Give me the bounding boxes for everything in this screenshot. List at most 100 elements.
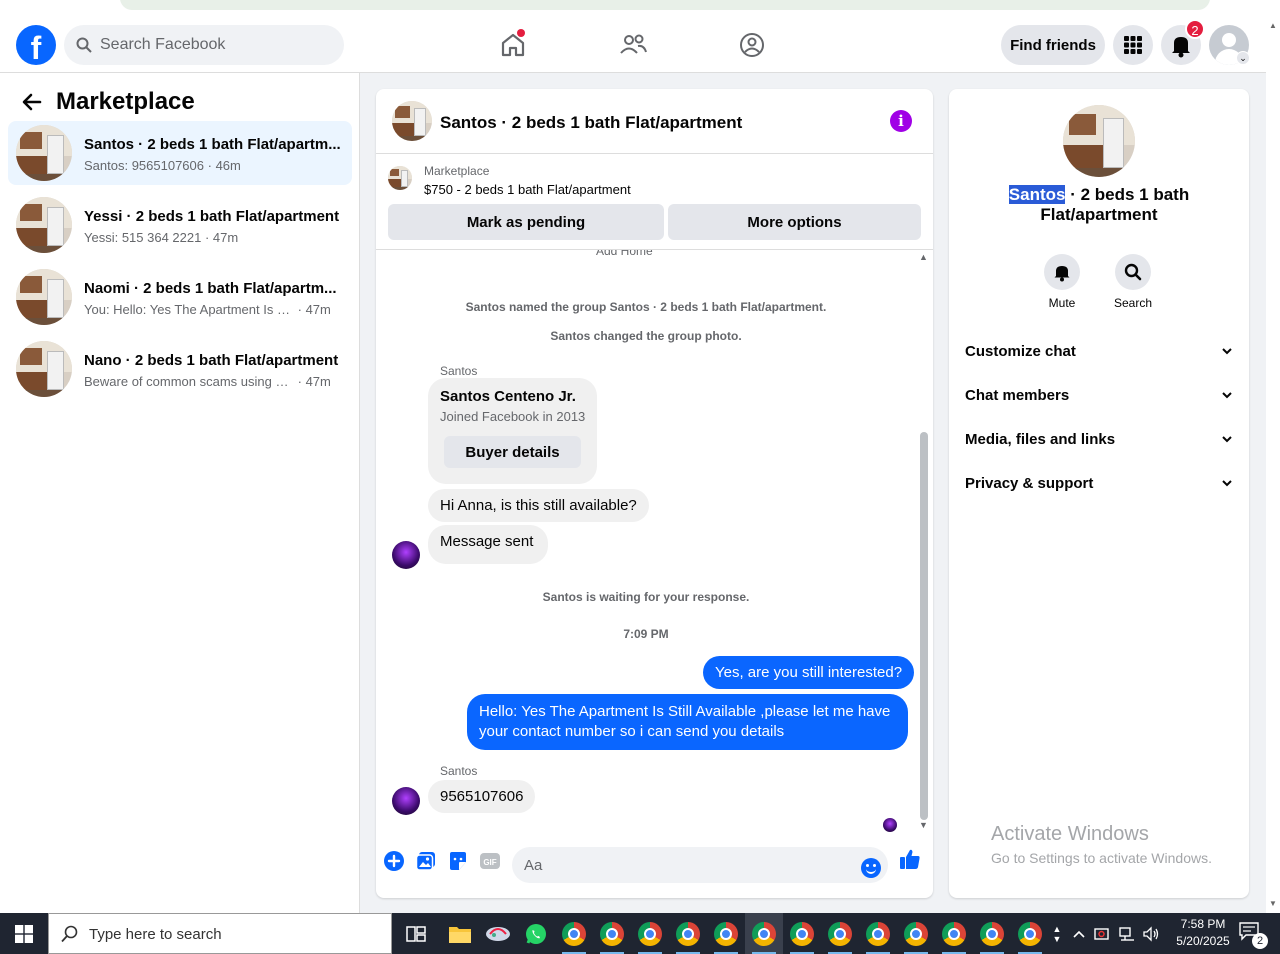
incoming-message[interactable]: 9565107606: [428, 780, 536, 813]
taskbar-search[interactable]: Type here to search: [48, 913, 392, 954]
taskbar-chrome-window[interactable]: [973, 913, 1011, 954]
notifications-button[interactable]: 2: [1161, 19, 1205, 65]
chat-details-title: Santos · 2 beds 1 bath Flat/apartment: [1008, 185, 1190, 224]
info-icon[interactable]: i: [890, 110, 912, 132]
listing-bar: Marketplace $750 - 2 beds 1 bath Flat/ap…: [376, 154, 933, 250]
conversation-item[interactable]: Yessi · 2 beds 1 bath Flat/apartment Yes…: [8, 193, 352, 257]
chat-group-photo[interactable]: [1063, 105, 1135, 177]
show-hidden-icons[interactable]: [1070, 913, 1088, 954]
incoming-message[interactable]: Hi Anna, is this still available?: [428, 489, 649, 522]
scroll-down-icon[interactable]: ▼: [919, 820, 928, 830]
tray-meet-now[interactable]: [1092, 913, 1114, 954]
taskbar-chrome-window[interactable]: [1011, 913, 1049, 954]
facebook-logo-icon[interactable]: f: [16, 25, 56, 66]
speaker-icon: [1143, 925, 1159, 942]
photo-icon[interactable]: [415, 850, 437, 872]
sender-avatar[interactable]: [392, 541, 420, 569]
sender-name: Santos: [440, 364, 478, 378]
emoji-icon[interactable]: [861, 858, 881, 878]
taskbar-chrome-window[interactable]: [631, 913, 669, 954]
message-input[interactable]: [512, 847, 888, 883]
scroll-thumb[interactable]: [920, 432, 928, 820]
chat-title[interactable]: Santos · 2 beds 1 bath Flat/apartment: [440, 113, 742, 133]
taskbar-chrome-window[interactable]: [821, 913, 859, 954]
folder-icon: [449, 926, 471, 943]
taskbar-chrome-window[interactable]: [897, 913, 935, 954]
listing-price[interactable]: $750 - 2 beds 1 bath Flat/apartment: [424, 182, 631, 197]
taskbar-chrome-window[interactable]: [669, 913, 707, 954]
gif-icon[interactable]: GIF: [479, 850, 501, 872]
listing-thumbnail: [16, 125, 72, 181]
chrome-icon: [752, 921, 776, 946]
taskbar-chrome-window[interactable]: [555, 913, 593, 954]
system-message: Santos is waiting for your response.: [542, 590, 750, 604]
facebook-search[interactable]: [64, 25, 344, 65]
start-button[interactable]: [0, 913, 48, 954]
browser-address-bar[interactable]: [120, 0, 1210, 10]
find-friends-button[interactable]: Find friends: [1001, 25, 1105, 65]
page-scrollbar[interactable]: ▲ ▼: [1266, 17, 1280, 913]
sender-avatar[interactable]: [392, 787, 420, 815]
chrome-icon: [942, 921, 966, 946]
search-icon: [76, 37, 92, 53]
seen-indicator-avatar: [883, 818, 897, 832]
search-in-chat-button[interactable]: Search: [1103, 254, 1163, 310]
sticker-icon[interactable]: [447, 850, 469, 872]
selected-text: Santos: [1008, 185, 1066, 204]
outgoing-message[interactable]: Hello: Yes The Apartment Is Still Availa…: [467, 694, 908, 750]
chevron-down-icon: [1222, 480, 1232, 487]
search-input[interactable]: [100, 25, 330, 65]
media-files-links-section[interactable]: Media, files and links: [965, 419, 1233, 459]
plus-icon[interactable]: [383, 850, 405, 872]
activate-windows-watermark: Activate Windows Go to Settings to activ…: [991, 823, 1212, 866]
taskbar-chrome-window[interactable]: [707, 913, 745, 954]
scroll-down-icon[interactable]: ▼: [1269, 899, 1277, 908]
chat-photo[interactable]: [392, 101, 432, 141]
scroll-up-icon[interactable]: ▲: [1269, 21, 1277, 30]
scroll-up-icon[interactable]: ▲: [919, 252, 928, 262]
back-arrow-icon[interactable]: [20, 90, 44, 114]
menu-button[interactable]: [1113, 25, 1153, 65]
buyer-details-button[interactable]: Buyer details: [444, 436, 581, 468]
conversation-item[interactable]: Naomi · 2 beds 1 bath Flat/apartm... You…: [8, 265, 352, 329]
taskbar-chrome-window[interactable]: [935, 913, 973, 954]
action-center-badge: 2: [1252, 933, 1268, 949]
privacy-support-section[interactable]: Privacy & support: [965, 463, 1233, 503]
top-navigation: f Find friends 2 ⌄: [0, 17, 1266, 73]
page-title: Marketplace: [56, 88, 195, 115]
taskbar-chrome-window[interactable]: [593, 913, 631, 954]
tray-network[interactable]: [1116, 913, 1138, 954]
outgoing-message[interactable]: Yes, are you still interested?: [703, 656, 915, 689]
taskbar-chrome-window[interactable]: [859, 913, 897, 954]
taskbar-chrome-window[interactable]: [783, 913, 821, 954]
conversation-item[interactable]: Santos · 2 beds 1 bath Flat/apartm... Sa…: [8, 121, 352, 185]
home-icon: [501, 33, 525, 57]
message-thread[interactable]: Add Home Santos named the group Santos ·…: [376, 250, 933, 833]
listing-thumbnail[interactable]: [388, 166, 412, 190]
more-options-button[interactable]: More options: [668, 204, 921, 240]
mark-as-pending-button[interactable]: Mark as pending: [388, 204, 664, 240]
taskbar-chrome-window-active[interactable]: [745, 913, 783, 954]
taskbar-scroll-arrows[interactable]: ▲ ▼: [1049, 913, 1065, 954]
incoming-message[interactable]: Message sent: [428, 525, 549, 564]
task-view-button[interactable]: [397, 913, 435, 954]
mute-button[interactable]: Mute: [1032, 254, 1092, 310]
account-caret-icon[interactable]: ⌄: [1236, 51, 1250, 65]
snipping-tool-icon: [486, 926, 510, 941]
chat-members-section[interactable]: Chat members: [965, 375, 1233, 415]
thumbs-up-icon[interactable]: [899, 848, 921, 870]
taskbar-snipping-app[interactable]: [479, 913, 517, 954]
conversation-item[interactable]: Nano · 2 beds 1 bath Flat/apartment Bewa…: [8, 337, 352, 401]
buyer-name: Santos Centeno Jr.: [440, 388, 576, 405]
tray-volume[interactable]: [1140, 913, 1162, 954]
chat-scrollbar[interactable]: ▲ ▼: [917, 250, 931, 833]
home-tab[interactable]: [495, 27, 531, 63]
friends-tab[interactable]: [615, 27, 651, 63]
taskbar-file-explorer[interactable]: [441, 913, 479, 954]
action-center-button[interactable]: 2: [1238, 921, 1268, 949]
chat-details-panel: Santos · 2 beds 1 bath Flat/apartment Mu…: [949, 89, 1249, 898]
customize-chat-section[interactable]: Customize chat: [965, 331, 1233, 371]
groups-tab[interactable]: [734, 27, 770, 63]
taskbar-whatsapp[interactable]: [517, 913, 555, 954]
taskbar-clock[interactable]: 7:58 PM 5/20/2025: [1168, 916, 1238, 950]
